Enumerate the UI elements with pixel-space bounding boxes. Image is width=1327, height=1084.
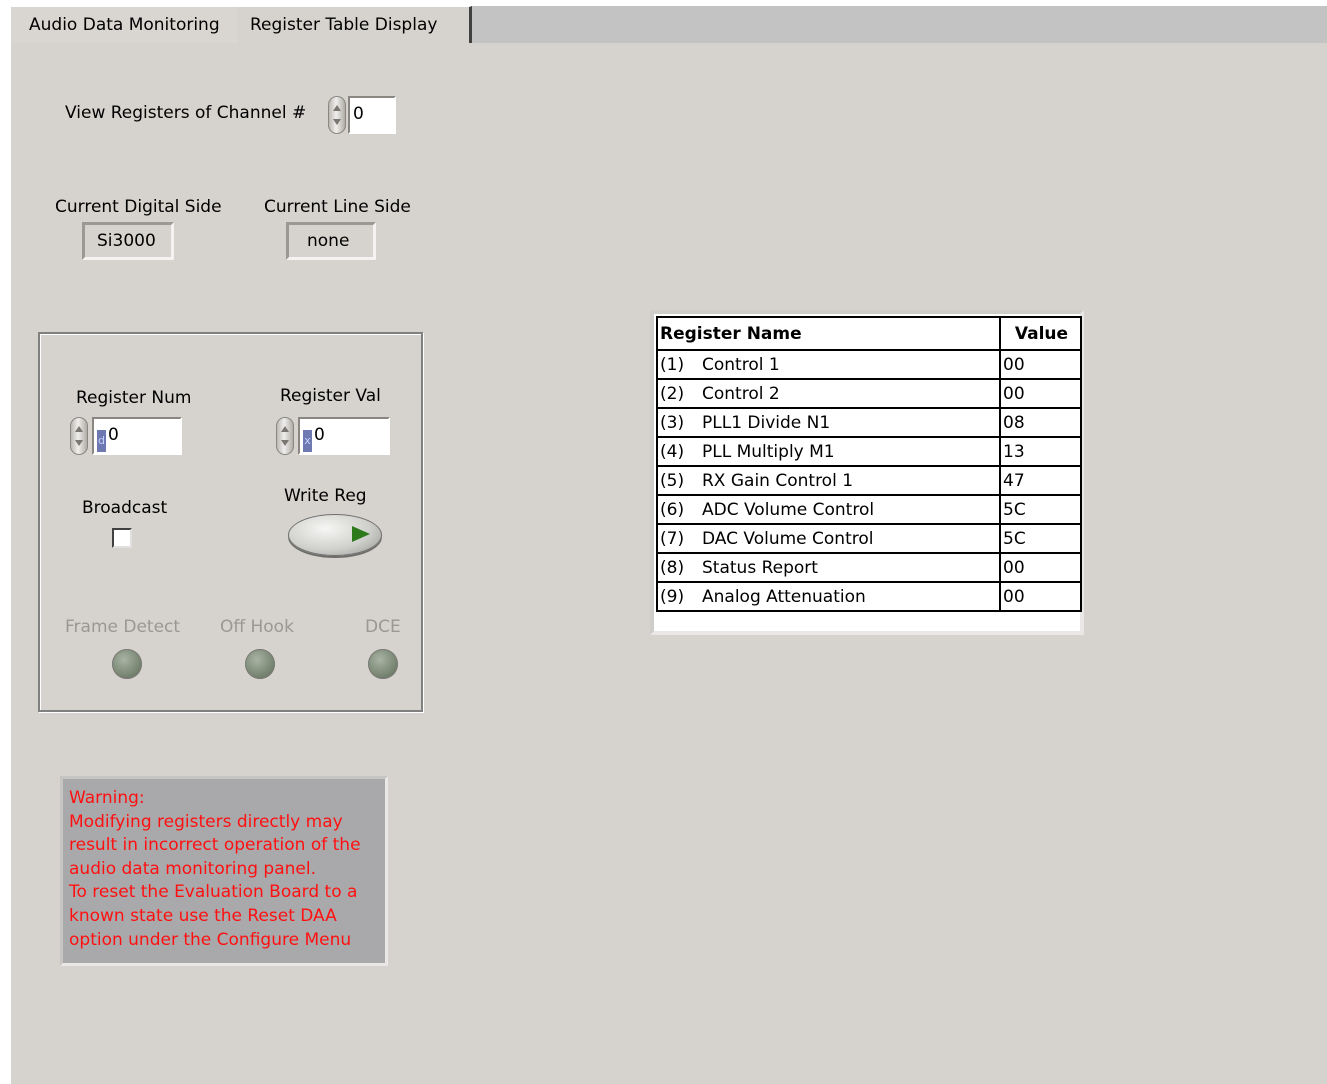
register-value-cell[interactable]: 00 [999,349,1082,380]
register-num-input[interactable]: d0 [92,417,182,455]
register-value-cell[interactable]: 5C [999,523,1082,554]
tab-strip: Audio Data Monitoring Register Table Dis… [0,0,1327,44]
channel-control: 0 [328,96,396,134]
warning-line: To reset the Evaluation Board to a [69,882,358,903]
spin-down-icon[interactable] [75,440,83,446]
table-row[interactable]: (4) PLL Multiply M1 13 [656,436,1082,467]
register-name-cell[interactable]: (8) Status Report [656,552,1001,583]
radix-indicator[interactable]: d [97,430,106,452]
warning-line: known state use the Reset DAA [69,905,337,926]
register-table: Register Name Value (1) Control 1 00 (2) Co… [656,316,1082,612]
register-value-cell[interactable]: 08 [999,407,1082,438]
current-line-side-value: none [286,222,376,260]
register-name-cell[interactable]: (5) RX Gain Control 1 [656,465,1001,496]
register-name-cell[interactable]: (1) Control 1 [656,349,1001,380]
register-name-cell[interactable]: (6) ADC Volume Control [656,494,1001,525]
register-val-control: x0 [276,417,390,455]
register-name: Status Report [702,557,818,578]
register-name: ADC Volume Control [702,499,875,520]
spin-down-icon[interactable] [333,119,341,125]
register-number: (1) [660,354,685,375]
register-number: (3) [660,412,685,433]
spin-up-icon[interactable] [75,426,83,432]
register-number: (2) [660,383,685,404]
off-hook-label: Off Hook [220,617,294,637]
register-name-cell[interactable]: (9) Analog Attenuation [656,581,1001,612]
warning-line: audio data monitoring panel. [69,858,316,879]
register-val-spinner[interactable] [276,417,294,455]
register-value-cell[interactable]: 00 [999,581,1082,612]
off-hook-led [245,649,275,679]
column-header-register-name[interactable]: Register Name [656,316,1001,351]
broadcast-label: Broadcast [82,498,168,518]
register-name: PLL1 Divide N1 [702,412,831,433]
channel-input[interactable]: 0 [348,96,396,134]
register-value-cell[interactable]: 00 [999,552,1082,583]
channel-label: View Registers of Channel # [65,103,307,123]
register-number: (7) [660,528,685,549]
tab-audio-data-monitoring[interactable]: Audio Data Monitoring [10,6,238,43]
register-num-label: Register Num [76,388,192,408]
warning-line: Warning: [69,788,145,808]
column-header-value[interactable]: Value [999,316,1082,351]
warning-line: result in incorrect operation of the [69,835,361,856]
dce-label: DCE [365,617,401,637]
register-name: Control 2 [702,383,780,404]
register-val-value: 0 [314,425,325,445]
register-name: Analog Attenuation [702,586,866,607]
register-name: Control 1 [702,354,780,375]
register-name-cell[interactable]: (7) DAC Volume Control [656,523,1001,554]
register-name: PLL Multiply M1 [702,441,835,462]
write-reg-label: Write Reg [284,486,367,506]
dce-led [368,649,398,679]
warning-line: Modifying registers directly may [69,811,343,832]
tab-register-table-display[interactable]: Register Table Display [238,6,472,43]
table-row[interactable]: (5) RX Gain Control 1 47 [656,465,1082,496]
register-num-control: d0 [70,417,182,455]
spin-up-icon[interactable] [281,426,289,432]
register-num-value: 0 [108,425,119,445]
frame-detect-led [112,649,142,679]
current-line-side-label: Current Line Side [264,197,411,217]
table-row[interactable]: (1) Control 1 00 [656,349,1082,380]
register-number: (5) [660,470,685,491]
register-number: (4) [660,441,685,462]
register-name-cell[interactable]: (3) PLL1 Divide N1 [656,407,1001,438]
table-row[interactable]: (6) ADC Volume Control 5C [656,494,1082,525]
table-row[interactable]: (8) Status Report 00 [656,552,1082,583]
register-value-cell[interactable]: 47 [999,465,1082,496]
register-number: (9) [660,586,685,607]
warning-line: option under the Configure Menu [69,929,352,950]
register-number: (8) [660,557,685,578]
register-name-cell[interactable]: (2) Control 2 [656,378,1001,409]
broadcast-checkbox[interactable] [112,528,132,548]
current-digital-side-value: Si3000 [82,222,174,260]
spin-down-icon[interactable] [281,440,289,446]
register-number: (6) [660,499,685,520]
register-val-input[interactable]: x0 [298,417,390,455]
write-reg-button[interactable] [288,514,382,556]
register-num-spinner[interactable] [70,417,88,455]
table-row[interactable]: (7) DAC Volume Control 5C [656,523,1082,554]
table-row[interactable]: (3) PLL1 Divide N1 08 [656,407,1082,438]
warning-message: Warning: Modifying registers directly ma… [60,776,388,966]
frame-detect-label: Frame Detect [65,617,181,637]
tab-strip-background [471,6,1327,43]
spin-up-icon[interactable] [333,105,341,111]
current-digital-side-label: Current Digital Side [55,197,222,217]
register-name: DAC Volume Control [702,528,874,549]
register-table-frame: Register Name Value (1) Control 1 00 (2) Co… [650,310,1084,635]
register-name-cell[interactable]: (4) PLL Multiply M1 [656,436,1001,467]
channel-spinner[interactable] [328,96,346,134]
table-row[interactable]: (2) Control 2 00 [656,378,1082,409]
register-name: RX Gain Control 1 [702,470,854,491]
table-header-row: Register Name Value [656,316,1082,351]
register-value-cell[interactable]: 00 [999,378,1082,409]
radix-indicator[interactable]: x [303,430,312,452]
register-value-cell[interactable]: 13 [999,436,1082,467]
table-row[interactable]: (9) Analog Attenuation 00 [656,581,1082,612]
register-val-label: Register Val [280,386,381,406]
play-arrow-icon [352,526,370,542]
register-value-cell[interactable]: 5C [999,494,1082,525]
